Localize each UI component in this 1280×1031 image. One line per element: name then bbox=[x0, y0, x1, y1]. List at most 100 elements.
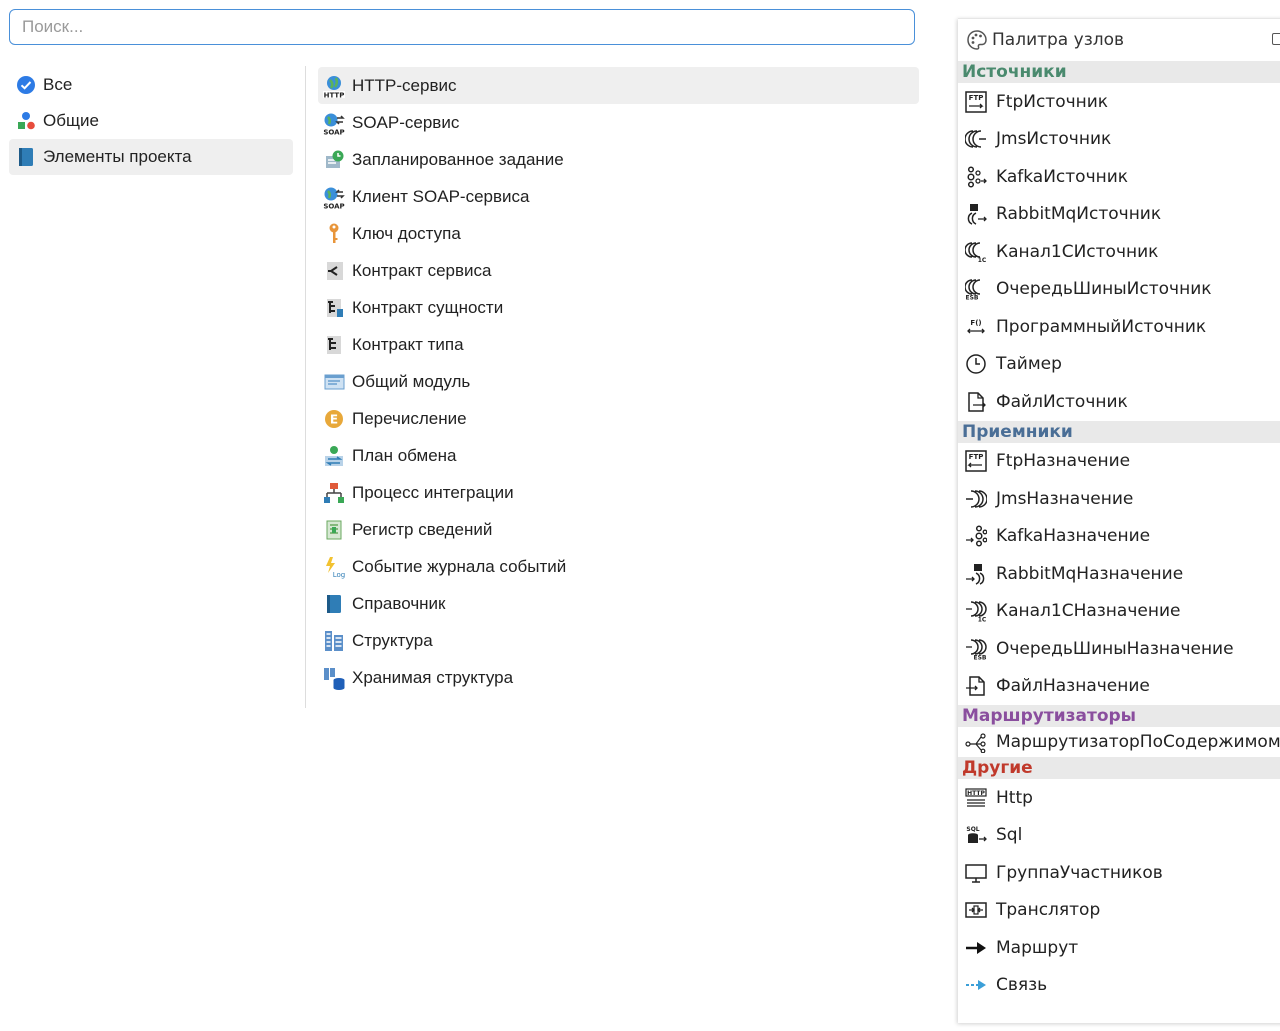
http-service-icon: HTTP bbox=[322, 74, 346, 98]
category-common[interactable]: Общие bbox=[9, 103, 293, 139]
item-label: План обмена bbox=[352, 445, 457, 465]
list-item-common-module[interactable]: Общий модуль bbox=[318, 363, 919, 400]
palette-item-content-router[interactable]: МаршрутизаторПоСодержимому bbox=[958, 727, 1280, 757]
structure-icon bbox=[322, 629, 346, 653]
palette-item-file-source[interactable]: ФайлИсточник bbox=[958, 383, 1280, 421]
scheduled-job-icon bbox=[322, 148, 346, 172]
list-item-exchange-plan[interactable]: План обмена bbox=[318, 437, 919, 474]
palette-header: Палитра узлов bbox=[958, 19, 1280, 61]
list-item-info-register[interactable]: Регистр сведений bbox=[318, 511, 919, 548]
svg-text:SOAP: SOAP bbox=[323, 202, 344, 209]
list-item-service-contract[interactable]: Контракт сервиса bbox=[318, 252, 919, 289]
catalog-icon bbox=[322, 592, 346, 616]
list-item-soap-service[interactable]: SOAP SOAP-сервис bbox=[318, 104, 919, 141]
palette-item-label: Маршрут bbox=[996, 937, 1079, 958]
palette-item-translator[interactable]: Транслятор bbox=[958, 892, 1280, 930]
palette-item-jms-dest[interactable]: JmsНазначение bbox=[958, 480, 1280, 518]
list-item-integration-process[interactable]: Процесс интеграции bbox=[318, 474, 919, 511]
palette-item-label: FtpИсточник bbox=[996, 91, 1109, 112]
search-input[interactable] bbox=[9, 9, 915, 45]
palette-item-ftp-source[interactable]: FTP FtpИсточник bbox=[958, 83, 1280, 121]
palette-item-label: ГруппаУчастников bbox=[996, 862, 1163, 883]
section-others: Другие bbox=[958, 757, 1280, 779]
palette-item-channel-1c-dest[interactable]: 1C Канал1СНазначение bbox=[958, 593, 1280, 631]
item-label: SOAP-сервис bbox=[352, 112, 460, 132]
palette-item-link[interactable]: Связь bbox=[958, 967, 1280, 1005]
category-label: Общие bbox=[43, 111, 99, 130]
list-item-scheduled-job[interactable]: Запланированное задание bbox=[318, 141, 919, 178]
palette-item-kafka-dest[interactable]: KafkaНазначение bbox=[958, 518, 1280, 556]
participants-group-icon bbox=[964, 861, 988, 885]
item-label: Общий модуль bbox=[352, 371, 471, 391]
item-label: Перечисление bbox=[352, 408, 467, 428]
category-label: Элементы проекта bbox=[43, 147, 192, 166]
palette-item-label: Http bbox=[996, 787, 1033, 808]
palette-item-label: KafkaИсточник bbox=[996, 166, 1129, 187]
palette-item-rabbitmq-source[interactable]: RabbitMqИсточник bbox=[958, 196, 1280, 234]
esb-queue-dest-icon: ESB bbox=[964, 637, 988, 661]
palette-item-timer[interactable]: Таймер bbox=[958, 346, 1280, 384]
svg-text:Log: Log bbox=[333, 571, 346, 579]
palette-item-channel-1c-source[interactable]: 1C Канал1СИсточник bbox=[958, 233, 1280, 271]
item-label: Процесс интеграции bbox=[352, 482, 514, 502]
list-item-structure[interactable]: Структура bbox=[318, 622, 919, 659]
palette-item-participants-group[interactable]: ГруппаУчастников bbox=[958, 854, 1280, 892]
rabbitmq-source-icon bbox=[964, 202, 988, 226]
item-label: Контракт сущности bbox=[352, 297, 504, 317]
palette-item-esb-queue-source[interactable]: ESB ОчередьШиныИсточник bbox=[958, 271, 1280, 309]
info-register-icon bbox=[322, 518, 346, 542]
list-item-http-service[interactable]: HTTP HTTP-сервис bbox=[318, 67, 919, 104]
entity-contract-icon bbox=[322, 296, 346, 320]
palette-item-label: Канал1СНазначение bbox=[996, 601, 1181, 622]
service-contract-icon bbox=[322, 259, 346, 283]
palette-item-rabbitmq-dest[interactable]: RabbitMqНазначение bbox=[958, 555, 1280, 593]
book-icon bbox=[15, 146, 37, 168]
list-item-type-contract[interactable]: Контракт типа bbox=[318, 326, 919, 363]
list-item-soap-client[interactable]: SOAP Клиент SOAP-сервиса bbox=[318, 178, 919, 215]
palette-item-kafka-source[interactable]: KafkaИсточник bbox=[958, 158, 1280, 196]
palette-icon bbox=[966, 29, 988, 51]
window-restore-icon[interactable] bbox=[1272, 33, 1280, 45]
palette-item-sql[interactable]: SQL Sql bbox=[958, 817, 1280, 855]
palette-item-route[interactable]: Маршрут bbox=[958, 929, 1280, 967]
soap-service-icon: SOAP bbox=[322, 111, 346, 135]
section-sources: Источники bbox=[958, 61, 1280, 83]
channel-1c-source-icon: 1C bbox=[964, 240, 988, 264]
esb-queue-source-icon: ESB bbox=[964, 277, 988, 301]
item-label: Справочник bbox=[352, 593, 446, 613]
palette-item-label: KafkaНазначение bbox=[996, 526, 1151, 547]
palette-item-label: RabbitMqИсточник bbox=[996, 204, 1162, 225]
content-router-icon bbox=[964, 730, 988, 754]
section-receivers: Приемники bbox=[958, 420, 1280, 443]
svg-text:HTTP: HTTP bbox=[324, 91, 345, 98]
category-list: Все Общие Элементы проекта bbox=[9, 67, 293, 175]
key-icon bbox=[322, 222, 346, 246]
jms-source-icon bbox=[964, 127, 988, 151]
svg-text:SOAP: SOAP bbox=[323, 128, 344, 135]
list-item-access-key[interactable]: Ключ доступа bbox=[318, 215, 919, 252]
palette-item-esb-queue-dest[interactable]: ESB ОчередьШиныНазначение bbox=[958, 630, 1280, 668]
list-item-catalog[interactable]: Справочник bbox=[318, 585, 919, 622]
palette-item-http[interactable]: HTTP Http bbox=[958, 779, 1280, 817]
palette-item-ftp-dest[interactable]: FTP FtpНазначение bbox=[958, 443, 1280, 481]
svg-text:E: E bbox=[330, 412, 338, 426]
list-item-enum[interactable]: E Перечисление bbox=[318, 400, 919, 437]
soap-client-icon: SOAP bbox=[322, 185, 346, 209]
palette-item-label: Связь bbox=[996, 975, 1048, 996]
timer-icon bbox=[964, 352, 988, 376]
category-all[interactable]: Все bbox=[9, 67, 293, 103]
file-source-icon bbox=[964, 390, 988, 414]
item-label: Запланированное задание bbox=[352, 149, 564, 169]
svg-text:1C: 1C bbox=[978, 257, 987, 263]
integration-process-icon bbox=[322, 481, 346, 505]
palette-item-label: FtpНазначение bbox=[996, 451, 1131, 472]
element-list: HTTP HTTP-сервис SOAP SOAP-сервис Заплан… bbox=[318, 67, 919, 696]
palette-item-program-source[interactable]: F() ПрограммныйИсточник bbox=[958, 308, 1280, 346]
palette-item-jms-source[interactable]: JmsИсточник bbox=[958, 121, 1280, 159]
http-icon: HTTP bbox=[964, 786, 988, 810]
list-item-entity-contract[interactable]: Контракт сущности bbox=[318, 289, 919, 326]
list-item-log-event[interactable]: Log Событие журнала событий bbox=[318, 548, 919, 585]
palette-item-file-dest[interactable]: ФайлНазначение bbox=[958, 668, 1280, 706]
list-item-stored-structure[interactable]: Хранимая структура bbox=[318, 659, 919, 696]
category-project-elements[interactable]: Элементы проекта bbox=[9, 139, 293, 175]
